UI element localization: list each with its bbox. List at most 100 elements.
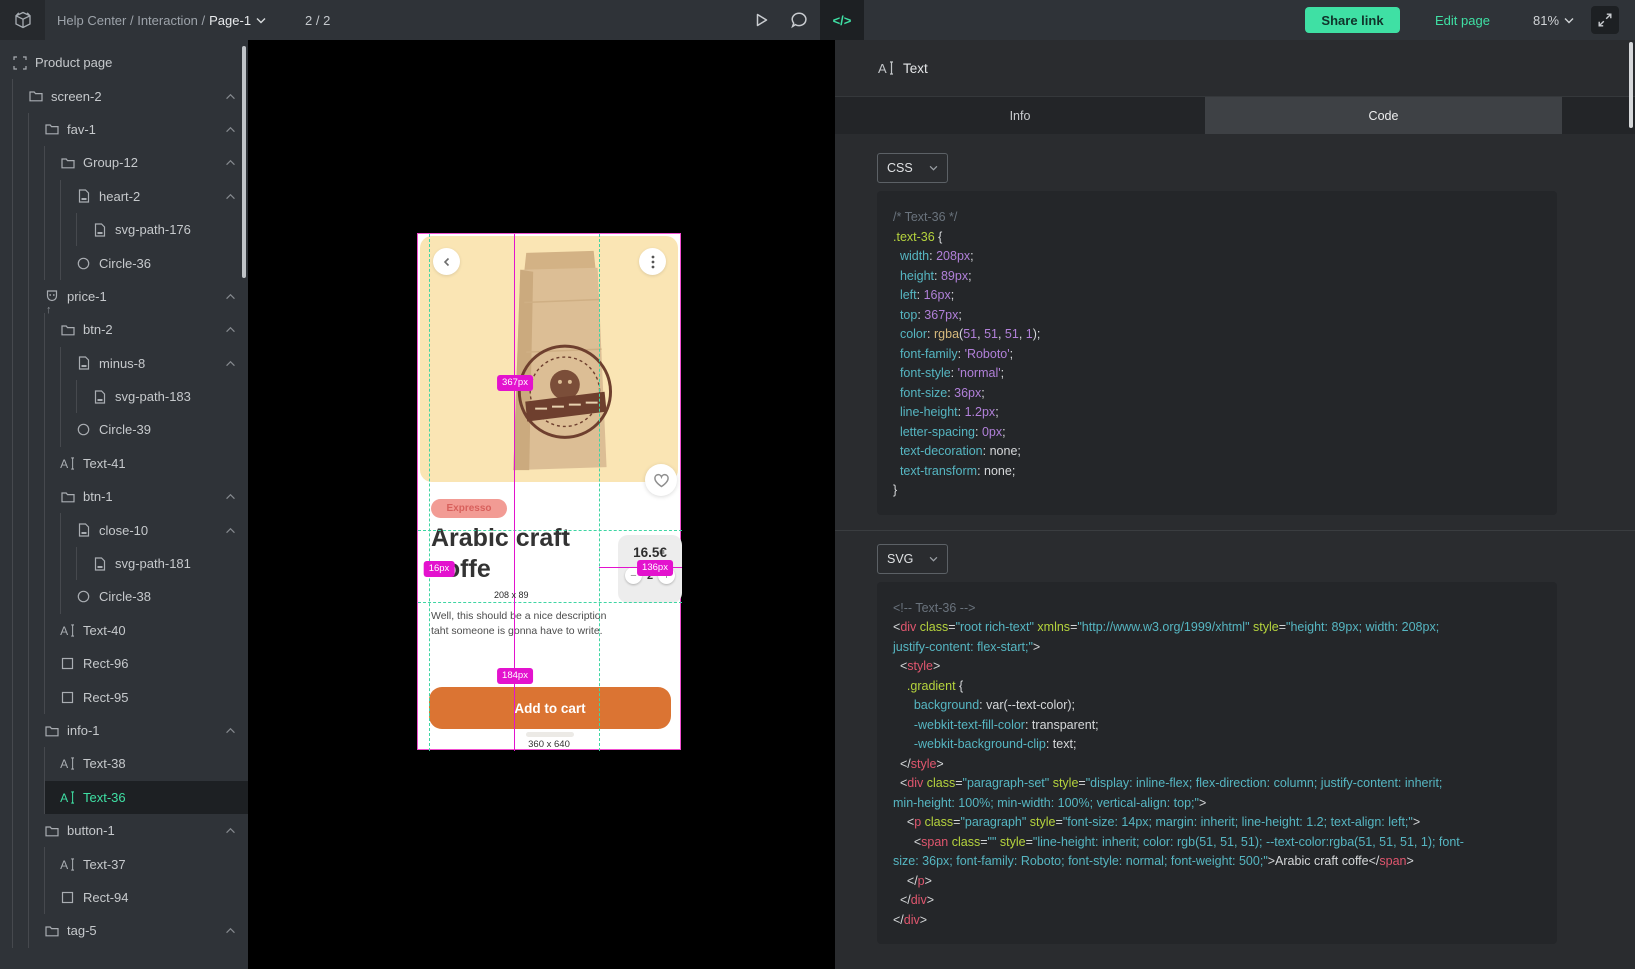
edit-page-link[interactable]: Edit page xyxy=(1435,0,1490,40)
css-code-block[interactable]: /* Text-36 */.text-36 { width: 208px; he… xyxy=(877,191,1557,515)
chevron-up-icon[interactable] xyxy=(225,827,238,834)
svg-code-block[interactable]: <!-- Text-36 --><div class="root rich-te… xyxy=(877,582,1557,945)
svgfile-icon xyxy=(76,356,91,371)
layer-label: minus-8 xyxy=(99,356,145,371)
layer-row-Group-12[interactable]: Group-12 xyxy=(12,146,248,179)
measure-badge-left: 16px xyxy=(424,561,455,577)
layer-row-info-1[interactable]: info-1 xyxy=(12,714,248,747)
chevron-up-icon[interactable] xyxy=(225,727,238,734)
rect-icon xyxy=(60,890,75,905)
layer-row-heart-2[interactable]: heart-2 xyxy=(12,180,248,213)
tab-info[interactable]: Info xyxy=(835,97,1205,134)
share-link-button[interactable]: Share link xyxy=(1305,7,1400,33)
code-line: font-style: 'normal'; xyxy=(893,364,1557,384)
play-icon[interactable] xyxy=(751,10,771,30)
layer-label: price-1 xyxy=(67,289,107,304)
layer-label: Rect-96 xyxy=(83,656,129,671)
layer-row-Product page[interactable]: Product page xyxy=(12,46,248,79)
layer-row-close-10[interactable]: close-10 xyxy=(12,513,248,546)
more-menu-button[interactable] xyxy=(639,248,666,275)
add-to-cart-button[interactable]: Add to cart xyxy=(429,687,671,729)
app-logo-button[interactable] xyxy=(0,0,45,40)
chevron-up-icon[interactable] xyxy=(225,493,238,500)
canvas[interactable]: Expresso Arabic craft coffe Well, this s… xyxy=(248,40,835,969)
folder-icon xyxy=(60,489,75,504)
layer-row-Rect-95[interactable]: Rect-95 xyxy=(12,680,248,713)
category-tag[interactable]: Expresso xyxy=(431,499,507,518)
app-logo-icon xyxy=(13,10,33,30)
mockup-frame[interactable]: Expresso Arabic craft coffe Well, this s… xyxy=(417,233,681,750)
folder-icon xyxy=(60,322,75,337)
layer-row-fav-1[interactable]: fav-1 xyxy=(12,113,248,146)
chevron-up-icon[interactable] xyxy=(225,126,238,133)
breadcrumb[interactable]: Help Center / Interaction / Page-1 xyxy=(57,0,266,40)
tab-code[interactable]: Code xyxy=(1205,97,1562,134)
css-format-select[interactable]: CSS xyxy=(877,153,948,183)
layer-label: button-1 xyxy=(67,823,115,838)
chevron-up-icon[interactable] xyxy=(225,93,238,100)
layer-row-Text-38[interactable]: AText-38 xyxy=(12,747,248,780)
text-type-icon: A xyxy=(878,61,894,75)
layer-label: screen-2 xyxy=(51,89,102,104)
layer-row-screen-2[interactable]: screen-2 xyxy=(12,79,248,112)
layer-row-svg-path-181[interactable]: svg-path-181 xyxy=(12,547,248,580)
layer-label: close-10 xyxy=(99,523,148,538)
zoom-level: 81% xyxy=(1533,13,1559,28)
mask-icon xyxy=(44,289,59,304)
layer-row-svg-path-176[interactable]: svg-path-176 xyxy=(12,213,248,246)
layer-row-btn-1[interactable]: btn-1 xyxy=(12,480,248,513)
chevron-up-icon[interactable] xyxy=(225,927,238,934)
expand-icon xyxy=(1598,13,1612,27)
layer-row-Circle-39[interactable]: Circle-39 xyxy=(12,413,248,446)
layer-row-Text-37[interactable]: AText-37 xyxy=(12,847,248,880)
layer-row-Text-40[interactable]: AText-40 xyxy=(12,614,248,647)
code-line: color: rgba(51, 51, 51, 1); xyxy=(893,325,1557,345)
favorite-button[interactable] xyxy=(645,464,677,496)
panel-scrollbar[interactable] xyxy=(1629,42,1633,128)
layer-row-tag-5[interactable]: tag-5 xyxy=(12,914,248,947)
layer-row-svg-path-183[interactable]: svg-path-183 xyxy=(12,380,248,413)
layer-label: btn-2 xyxy=(83,322,113,337)
layer-row-btn-2[interactable]: btn-2 xyxy=(12,313,248,346)
layer-row-Circle-36[interactable]: Circle-36 xyxy=(12,246,248,279)
layer-row-Text-36[interactable]: AText-36 xyxy=(12,781,248,814)
layer-row-Circle-38[interactable]: Circle-38 xyxy=(12,580,248,613)
layer-row-Rect-96[interactable]: Rect-96 xyxy=(12,647,248,680)
measure-badge-top: 367px xyxy=(497,375,533,391)
chevron-up-icon[interactable] xyxy=(225,293,238,300)
chevron-up-icon[interactable] xyxy=(225,159,238,166)
code-line: <p class="paragraph" style="font-size: 1… xyxy=(893,813,1557,833)
chevron-up-icon[interactable] xyxy=(225,193,238,200)
code-line: height: 89px; xyxy=(893,267,1557,287)
chevron-up-icon[interactable] xyxy=(225,326,238,333)
measure-badge-bottom: 184px xyxy=(497,668,533,684)
layers-sidebar: Product page screen-2 fav-1Group-12heart-2… xyxy=(0,40,248,969)
zoom-dropdown[interactable]: 81% xyxy=(1533,0,1574,40)
layer-row-Rect-94[interactable]: Rect-94 xyxy=(12,881,248,914)
breadcrumb-current-page[interactable]: Page-1 xyxy=(209,13,251,28)
folder-icon xyxy=(44,823,59,838)
code-line: background: var(--text-color); xyxy=(893,696,1557,716)
tabs-filler xyxy=(1562,97,1635,134)
layer-row-button-1[interactable]: button-1 xyxy=(12,814,248,847)
layer-row-price-1[interactable]: price-1↑ xyxy=(12,280,248,313)
fullscreen-button[interactable] xyxy=(1591,6,1619,34)
chevron-up-icon[interactable] xyxy=(225,360,238,367)
layer-label: Text-37 xyxy=(83,857,126,872)
product-title: Arabic craft coffe xyxy=(431,523,607,585)
layer-label: svg-path-181 xyxy=(115,556,191,571)
layer-row-minus-8[interactable]: minus-8 xyxy=(12,347,248,380)
code-line: size: 36px; font-family: Roboto; font-st… xyxy=(893,852,1557,872)
inspector-header: A Text xyxy=(835,40,1635,97)
chevron-up-icon[interactable] xyxy=(225,527,238,534)
comment-icon[interactable] xyxy=(789,10,809,30)
back-button[interactable] xyxy=(433,248,460,275)
code-view-button[interactable]: </> xyxy=(820,0,864,40)
svg-text:A: A xyxy=(60,791,69,804)
chevron-down-icon xyxy=(1564,17,1574,24)
chevron-down-icon[interactable] xyxy=(256,17,266,24)
sidebar-scrollbar[interactable] xyxy=(242,46,246,278)
svg-format-select[interactable]: SVG xyxy=(877,544,948,574)
layer-row-Text-41[interactable]: AText-41 xyxy=(12,447,248,480)
selection-bottom-guide xyxy=(418,602,682,603)
